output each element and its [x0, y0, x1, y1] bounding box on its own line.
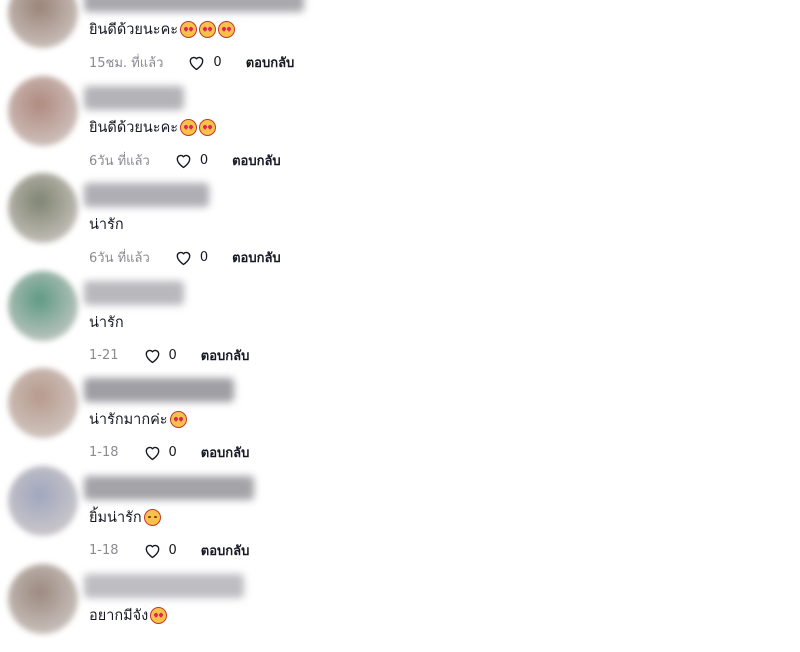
heart-eyes-emoji-icon — [199, 119, 217, 136]
username-blurred[interactable] — [84, 0, 304, 12]
avatar[interactable] — [8, 564, 78, 634]
comment-text-label: ยินดีด้วยนะคะ — [89, 22, 179, 38]
avatar[interactable] — [8, 368, 78, 438]
avatar[interactable] — [8, 271, 78, 341]
comment-text: น่ารักมากค่ะ — [89, 408, 187, 431]
username-blurred[interactable] — [84, 574, 244, 598]
avatar[interactable] — [8, 76, 78, 146]
comment-text-label: ยินดีด้วยนะคะ — [89, 120, 179, 136]
comment-item: ยินดีด้วยนะคะ 6วัน ที่แล้ว 0 ตอบกลับ — [0, 66, 800, 169]
avatar[interactable] — [8, 173, 78, 243]
comment-item: ยิ้มน่ารัก 1-18 0 ตอบกลับ — [0, 456, 800, 559]
comment-text: น่ารัก — [89, 311, 124, 334]
heart-eyes-emoji-icon — [169, 411, 187, 428]
comment-text: น่ารัก — [89, 213, 124, 236]
comment-item: น่ารักมากค่ะ 1-18 0 ตอบกลับ — [0, 358, 800, 461]
heart-eyes-emoji-icon — [218, 21, 236, 38]
username-blurred[interactable] — [84, 86, 184, 110]
heart-eyes-emoji-icon — [180, 21, 198, 38]
heart-eyes-emoji-icon — [199, 21, 217, 38]
comment-text-label: อยากมีจัง — [89, 608, 149, 624]
username-blurred[interactable] — [84, 183, 209, 207]
username-blurred[interactable] — [84, 378, 234, 402]
comment-text: ยินดีด้วยนะคะ — [89, 18, 236, 41]
comment-text: ยินดีด้วยนะคะ — [89, 116, 217, 139]
heart-eyes-emoji-icon — [150, 607, 168, 624]
comment-text-label: น่ารัก — [89, 217, 124, 233]
comment-text: อยากมีจัง — [89, 604, 168, 627]
comment-item: น่ารัก 1-21 0 ตอบกลับ — [0, 261, 800, 364]
comment-item: ยินดีด้วยนะคะ 15ชม. ที่แล้ว 0 ตอบกลับ — [0, 0, 800, 71]
username-blurred[interactable] — [84, 476, 254, 500]
username-blurred[interactable] — [84, 281, 184, 305]
comment-item: น่ารัก 6วัน ที่แล้ว 0 ตอบกลับ — [0, 163, 800, 266]
comment-text-label: ยิ้มน่ารัก — [89, 510, 142, 526]
heart-eyes-emoji-icon — [180, 119, 198, 136]
comment-text-label: น่ารักมากค่ะ — [89, 412, 168, 428]
avatar[interactable] — [8, 0, 78, 48]
comment-item: อยากมีจัง — [0, 554, 800, 652]
avatar[interactable] — [8, 466, 78, 536]
comment-text-label: น่ารัก — [89, 315, 124, 331]
smiling-face-emoji-icon — [143, 509, 161, 526]
comment-text: ยิ้มน่ารัก — [89, 506, 161, 529]
